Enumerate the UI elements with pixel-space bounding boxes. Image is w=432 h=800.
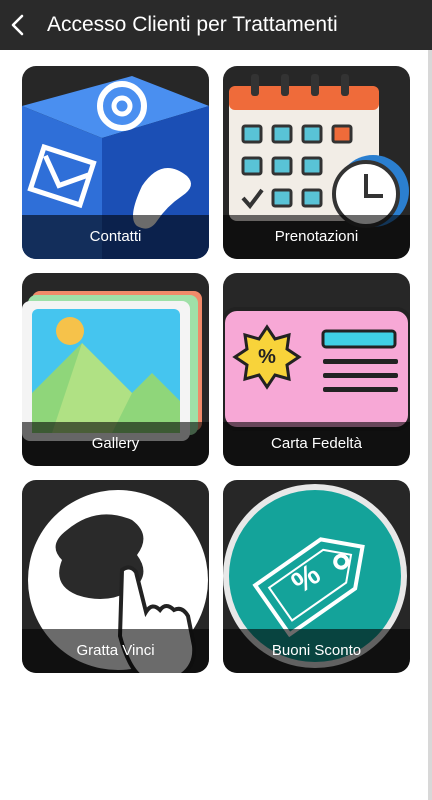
svg-text:%: % [258, 346, 276, 368]
tile-gratta-vinci[interactable]: Gratta Vinci [22, 480, 209, 673]
tile-carta-fedelta[interactable]: % Carta Fedeltà [223, 273, 410, 466]
tile-label: Gratta Vinci [22, 629, 209, 673]
tile-label: Contatti [22, 215, 209, 259]
tile-label: Gallery [22, 422, 209, 466]
tile-label: Prenotazioni [223, 215, 410, 259]
menu-grid: Contatti Prenotazioni Gallery % Carta Fe… [0, 0, 432, 800]
tile-prenotazioni[interactable]: Prenotazioni [223, 66, 410, 259]
tile-label: Carta Fedeltà [223, 422, 410, 466]
tile-buoni-sconto[interactable]: % Buoni Sconto [223, 480, 410, 673]
tile-contatti[interactable]: Contatti [22, 66, 209, 259]
tile-gallery[interactable]: Gallery [22, 273, 209, 466]
tile-label: Buoni Sconto [223, 629, 410, 673]
scrollbar[interactable] [428, 50, 432, 800]
